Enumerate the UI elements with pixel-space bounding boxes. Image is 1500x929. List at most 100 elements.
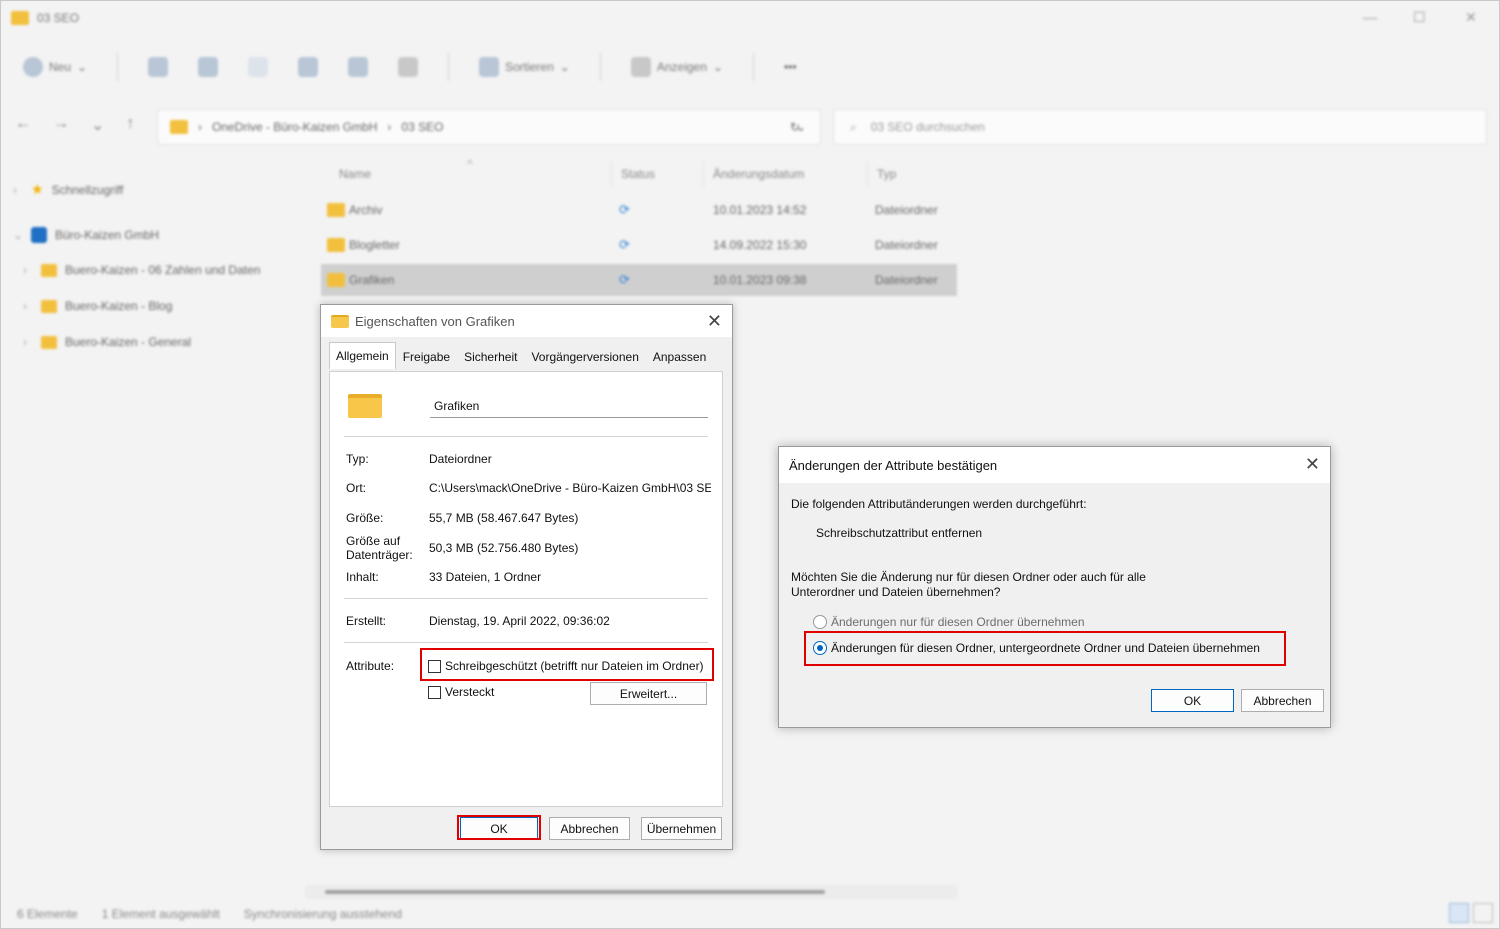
folder-icon	[331, 314, 349, 328]
horizontal-scrollbar[interactable]	[305, 885, 957, 899]
column-header-name[interactable]: Name	[339, 167, 371, 181]
refresh-icon[interactable]: ↻	[790, 120, 800, 134]
column-header-status[interactable]: Status	[621, 167, 655, 181]
new-button[interactable]: Neu ⌄	[23, 57, 87, 77]
sidebar-item-onedrive[interactable]: ⌄ Büro-Kaizen GmbH	[13, 227, 159, 243]
close-icon[interactable]: ✕	[1465, 9, 1477, 26]
sidebar-item-folder[interactable]: › Buero-Kaizen - General	[23, 335, 191, 349]
file-list-header: Name ^ Status Änderungsdatum Typ	[321, 157, 957, 189]
address-bar[interactable]: › OneDrive - Büro-Kaizen GmbH › 03 SEO ⌄…	[157, 109, 821, 145]
radio-this-folder-label[interactable]: Änderungen nur für diesen Ordner überneh…	[831, 615, 1085, 629]
recent-chevron-icon[interactable]: ⌄	[91, 115, 104, 135]
delete-icon[interactable]	[398, 57, 419, 77]
tab-security[interactable]: Sicherheit	[457, 345, 524, 369]
maximize-icon[interactable]: ☐	[1413, 9, 1426, 26]
chevron-right-icon[interactable]: ›	[23, 299, 33, 313]
forward-arrow-icon[interactable]: →	[53, 115, 69, 135]
intro-text: Die folgenden Attributänderungen werden …	[791, 497, 1087, 511]
advanced-button[interactable]: Erweitert...	[590, 682, 707, 705]
breadcrumb-segment[interactable]: 03 SEO	[401, 120, 443, 134]
hidden-checkbox-row[interactable]: Versteckt	[428, 685, 494, 699]
breadcrumb-segment[interactable]: OneDrive - Büro-Kaizen GmbH	[212, 120, 377, 134]
back-arrow-icon[interactable]: ←	[15, 115, 31, 135]
file-row-selected[interactable]: Grafiken ⟳ 10.01.2023 09:38 Dateiordner	[321, 264, 957, 296]
tab-customize[interactable]: Anpassen	[646, 345, 713, 369]
close-icon[interactable]: ✕	[707, 311, 722, 332]
recursive-highlight-box	[804, 631, 1286, 666]
file-row[interactable]: Archiv ⟳ 10.01.2023 14:52 Dateiordner	[321, 194, 957, 226]
sync-icon: ⟳	[619, 237, 630, 252]
window-title: 03 SEO	[37, 11, 80, 25]
search-box[interactable]: ⌕ 03 SEO durchsuchen	[833, 109, 1487, 145]
ok-button[interactable]: OK	[1151, 689, 1234, 712]
sidebar-item-folder[interactable]: › Buero-Kaizen - Blog	[23, 299, 172, 313]
cut-icon[interactable]	[148, 57, 169, 77]
dialog-title: Änderungen der Attribute bestätigen	[789, 457, 998, 473]
paste-icon[interactable]	[248, 57, 269, 77]
view-label: Anzeigen	[656, 60, 707, 74]
sidebar-item-label: Schnellzugriff	[51, 182, 124, 197]
up-arrow-icon[interactable]: ↑	[126, 115, 134, 135]
column-divider[interactable]	[867, 161, 868, 187]
label-size-on-disk: Datenträger:	[346, 548, 413, 562]
general-tab-panel: Typ: Dateiordner Ort: C:\Users\mack\OneD…	[329, 371, 723, 807]
column-divider[interactable]	[611, 161, 612, 187]
chevron-right-icon[interactable]: ›	[13, 183, 23, 197]
new-label: Neu	[49, 60, 72, 74]
sync-icon: ⟳	[619, 202, 630, 217]
column-header-type[interactable]: Typ	[877, 167, 896, 181]
divider	[344, 436, 708, 437]
cancel-button[interactable]: Abbrechen	[549, 817, 630, 840]
copy-icon[interactable]	[198, 57, 219, 77]
folder-name-input[interactable]	[430, 394, 708, 418]
toolbar-divider	[117, 53, 119, 81]
breadcrumb-separator: ›	[387, 120, 392, 134]
toolbar-divider	[752, 53, 754, 81]
file-row[interactable]: Blogletter ⟳ 14.09.2022 15:30 Dateiordne…	[321, 229, 957, 261]
toolbar-divider	[448, 53, 450, 81]
view-button[interactable]: Anzeigen ⌄	[630, 57, 723, 77]
tab-sharing[interactable]: Freigabe	[396, 345, 457, 369]
file-date: 10.01.2023 14:52	[713, 203, 807, 217]
file-name: Archiv	[349, 203, 383, 217]
sidebar-item-quick-access[interactable]: › ★ Schnellzugriff	[13, 181, 123, 198]
chevron-down-icon: ⌄	[559, 60, 570, 74]
tab-previous-versions[interactable]: Vorgängerversionen	[524, 345, 645, 369]
label-size: Größe:	[346, 511, 384, 525]
apply-button[interactable]: Übernehmen	[641, 817, 722, 840]
scrollbar-thumb[interactable]	[325, 890, 825, 894]
folder-icon	[41, 335, 57, 349]
radio-this-folder[interactable]	[813, 615, 827, 629]
radio-this-folder-row[interactable]: Änderungen nur für diesen Ordner überneh…	[813, 615, 1085, 629]
sort-button[interactable]: Sortieren ⌄	[479, 57, 570, 77]
command-bar: Neu ⌄ Sortieren ⌄ Anzeigen ⌄ •••	[1, 41, 1499, 93]
details-view-icon[interactable]	[1449, 903, 1469, 923]
cancel-button[interactable]: Abbrechen	[1241, 689, 1324, 712]
rename-icon[interactable]	[298, 57, 319, 77]
dialog-titlebar: Änderungen der Attribute bestätigen ✕	[779, 447, 1330, 483]
chevron-down-icon[interactable]: ⌄	[13, 228, 23, 242]
sidebar-item-folder[interactable]: › Buero-Kaizen - 06 Zahlen und Daten	[23, 263, 260, 277]
hidden-checkbox[interactable]	[428, 685, 441, 699]
column-divider[interactable]	[703, 161, 704, 187]
value-created: Dienstag, 19. April 2022, 09:36:02	[429, 614, 610, 628]
value-size: 55,7 MB (58.467.647 Bytes)	[429, 511, 579, 525]
column-header-date[interactable]: Änderungsdatum	[713, 167, 804, 181]
more-button[interactable]: •••	[784, 60, 797, 74]
minimize-icon[interactable]: —	[1363, 9, 1377, 25]
chevron-right-icon[interactable]: ›	[23, 335, 33, 349]
label-attributes: Attribute:	[346, 659, 395, 673]
tiles-view-icon[interactable]	[1473, 903, 1493, 923]
sidebar-item-label: Buero-Kaizen - General	[65, 335, 192, 349]
tab-general[interactable]: Allgemein	[329, 342, 396, 369]
status-bar: 6 Elemente 1 Element ausgewählt Synchron…	[17, 907, 402, 921]
dialog-title: Eigenschaften von Grafiken	[355, 313, 515, 329]
question-text: Möchten Sie die Änderung nur für diesen …	[791, 570, 1146, 584]
window-titlebar: 03 SEO — ☐ ✕	[1, 1, 1499, 35]
close-icon[interactable]: ✕	[1305, 454, 1320, 475]
share-icon[interactable]	[348, 57, 369, 77]
chevron-right-icon[interactable]: ›	[23, 263, 33, 277]
view-toggle	[1449, 903, 1493, 923]
chevron-down-icon: ⌄	[77, 60, 88, 74]
hidden-label[interactable]: Versteckt	[445, 685, 494, 699]
